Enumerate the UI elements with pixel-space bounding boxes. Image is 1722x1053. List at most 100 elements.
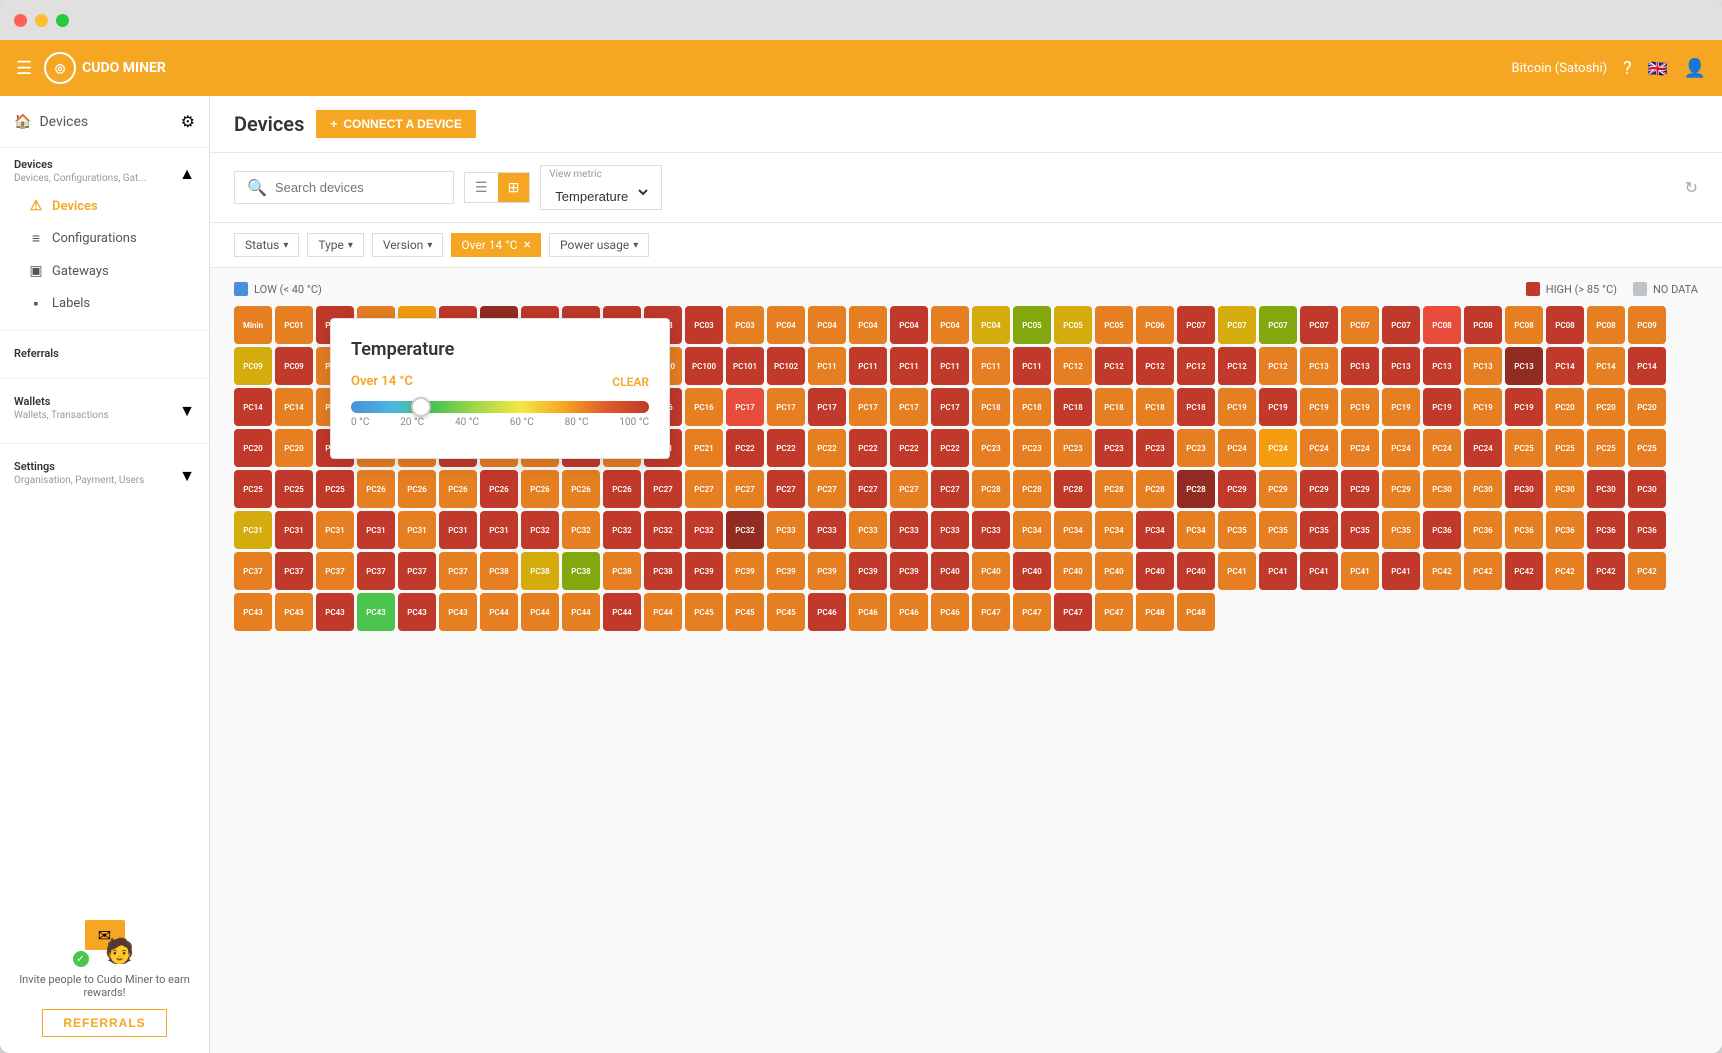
device-tile[interactable]: PC41 bbox=[1300, 552, 1338, 590]
device-tile[interactable]: PC32 bbox=[685, 511, 723, 549]
device-tile[interactable]: PC26 bbox=[603, 470, 641, 508]
device-tile[interactable]: PC20 bbox=[1628, 388, 1666, 426]
device-tile[interactable]: PC37 bbox=[275, 552, 313, 590]
remove-filter-icon[interactable]: × bbox=[524, 237, 531, 253]
device-tile[interactable]: PC24 bbox=[1341, 429, 1379, 467]
device-tile[interactable]: PC24 bbox=[1423, 429, 1461, 467]
device-tile[interactable]: PC14 bbox=[234, 388, 272, 426]
minimize-button[interactable] bbox=[35, 14, 48, 27]
device-tile[interactable]: PC26 bbox=[439, 470, 477, 508]
device-tile[interactable]: PC12 bbox=[1095, 347, 1133, 385]
device-tile[interactable]: PC38 bbox=[562, 552, 600, 590]
device-tile[interactable]: PC47 bbox=[1095, 593, 1133, 631]
device-tile[interactable]: PC34 bbox=[1095, 511, 1133, 549]
device-tile[interactable]: PC43 bbox=[316, 593, 354, 631]
sidebar-wallets-header[interactable]: Wallets Wallets, Transactions ▼ bbox=[14, 395, 195, 433]
device-tile[interactable]: PC100 bbox=[685, 347, 723, 385]
device-tile[interactable]: PC17 bbox=[808, 388, 846, 426]
device-tile[interactable]: PC34 bbox=[1136, 511, 1174, 549]
device-tile[interactable]: PC35 bbox=[1341, 511, 1379, 549]
device-tile[interactable]: PC35 bbox=[1218, 511, 1256, 549]
device-tile[interactable]: PC07 bbox=[1300, 306, 1338, 344]
device-tile[interactable]: PC102 bbox=[767, 347, 805, 385]
device-tile[interactable]: PC26 bbox=[357, 470, 395, 508]
device-tile[interactable]: PC11 bbox=[808, 347, 846, 385]
device-tile[interactable]: PC29 bbox=[1218, 470, 1256, 508]
device-tile[interactable]: PC17 bbox=[726, 388, 764, 426]
device-tile[interactable]: PC11 bbox=[1013, 347, 1051, 385]
device-tile[interactable]: PC13 bbox=[1382, 347, 1420, 385]
device-tile[interactable]: PC47 bbox=[972, 593, 1010, 631]
device-tile[interactable]: PC37 bbox=[398, 552, 436, 590]
device-tile[interactable]: PC08 bbox=[1546, 306, 1584, 344]
device-tile[interactable]: PC01 bbox=[275, 306, 313, 344]
device-tile[interactable]: PC37 bbox=[439, 552, 477, 590]
device-tile[interactable]: PC44 bbox=[562, 593, 600, 631]
device-tile[interactable]: PC13 bbox=[1505, 347, 1543, 385]
device-tile[interactable]: PC23 bbox=[1013, 429, 1051, 467]
device-tile[interactable]: PC20 bbox=[234, 429, 272, 467]
device-tile[interactable]: PC29 bbox=[1300, 470, 1338, 508]
device-tile[interactable]: PC43 bbox=[275, 593, 313, 631]
device-tile[interactable]: PC43 bbox=[398, 593, 436, 631]
device-tile[interactable]: PC39 bbox=[808, 552, 846, 590]
sidebar-home-item[interactable]: 🏠 Devices bbox=[14, 114, 88, 130]
device-tile[interactable]: PC47 bbox=[1013, 593, 1051, 631]
device-tile[interactable]: PC34 bbox=[1177, 511, 1215, 549]
device-tile[interactable]: PC40 bbox=[1013, 552, 1051, 590]
device-tile[interactable]: PC25 bbox=[234, 470, 272, 508]
device-tile[interactable]: PC18 bbox=[1095, 388, 1133, 426]
device-tile[interactable]: PC20 bbox=[275, 429, 313, 467]
sidebar-item-gateways[interactable]: ▣ Gateways bbox=[14, 255, 195, 287]
device-tile[interactable]: PC19 bbox=[1259, 388, 1297, 426]
device-tile[interactable]: PC04 bbox=[808, 306, 846, 344]
device-tile[interactable]: PC04 bbox=[972, 306, 1010, 344]
temp-slider-thumb[interactable] bbox=[411, 397, 431, 417]
device-tile[interactable]: PC21 bbox=[685, 429, 723, 467]
device-tile[interactable]: PC28 bbox=[1013, 470, 1051, 508]
status-filter[interactable]: Status ▾ bbox=[234, 233, 299, 257]
device-tile[interactable]: PC19 bbox=[1423, 388, 1461, 426]
device-tile[interactable]: PC31 bbox=[439, 511, 477, 549]
device-tile[interactable]: PC30 bbox=[1464, 470, 1502, 508]
device-tile[interactable]: PC23 bbox=[1054, 429, 1092, 467]
settings-icon[interactable]: ⚙ bbox=[181, 112, 195, 131]
device-tile[interactable]: PC30 bbox=[1546, 470, 1584, 508]
device-tile[interactable]: PC35 bbox=[1259, 511, 1297, 549]
device-tile[interactable]: PC04 bbox=[849, 306, 887, 344]
device-tile[interactable]: PC32 bbox=[562, 511, 600, 549]
device-tile[interactable]: PC07 bbox=[1259, 306, 1297, 344]
device-tile[interactable]: PC14 bbox=[275, 388, 313, 426]
device-tile[interactable]: PC38 bbox=[644, 552, 682, 590]
device-tile[interactable]: PC36 bbox=[1423, 511, 1461, 549]
device-tile[interactable]: PC43 bbox=[234, 593, 272, 631]
device-tile[interactable]: PC39 bbox=[767, 552, 805, 590]
device-tile[interactable]: PC41 bbox=[1382, 552, 1420, 590]
active-temperature-filter[interactable]: Over 14 °C × bbox=[451, 233, 541, 257]
device-tile[interactable]: PC37 bbox=[316, 552, 354, 590]
device-tile[interactable]: PC39 bbox=[890, 552, 928, 590]
grid-view-button[interactable]: ⊞ bbox=[498, 173, 530, 202]
device-tile[interactable]: PC11 bbox=[931, 347, 969, 385]
device-tile[interactable]: PC47 bbox=[1054, 593, 1092, 631]
view-metric-select[interactable]: Temperature Power usage bbox=[551, 180, 651, 205]
help-icon[interactable]: ? bbox=[1623, 58, 1632, 79]
device-tile[interactable]: PC19 bbox=[1218, 388, 1256, 426]
device-tile[interactable]: PC29 bbox=[1259, 470, 1297, 508]
maximize-button[interactable] bbox=[56, 14, 69, 27]
device-tile[interactable]: PC19 bbox=[1300, 388, 1338, 426]
device-tile[interactable]: PC42 bbox=[1546, 552, 1584, 590]
device-tile[interactable]: PC32 bbox=[644, 511, 682, 549]
device-tile[interactable]: PC25 bbox=[1505, 429, 1543, 467]
device-tile[interactable]: PC26 bbox=[480, 470, 518, 508]
device-tile[interactable]: PC05 bbox=[1054, 306, 1092, 344]
device-tile[interactable]: PC09 bbox=[234, 347, 272, 385]
device-tile[interactable]: PC44 bbox=[644, 593, 682, 631]
device-tile[interactable]: PC42 bbox=[1505, 552, 1543, 590]
device-tile[interactable]: PC04 bbox=[890, 306, 928, 344]
power-usage-filter[interactable]: Power usage ▾ bbox=[549, 233, 649, 257]
device-tile[interactable]: PC12 bbox=[1054, 347, 1092, 385]
device-tile[interactable]: PC18 bbox=[972, 388, 1010, 426]
device-tile[interactable]: PC32 bbox=[726, 511, 764, 549]
device-tile[interactable]: PC25 bbox=[275, 470, 313, 508]
